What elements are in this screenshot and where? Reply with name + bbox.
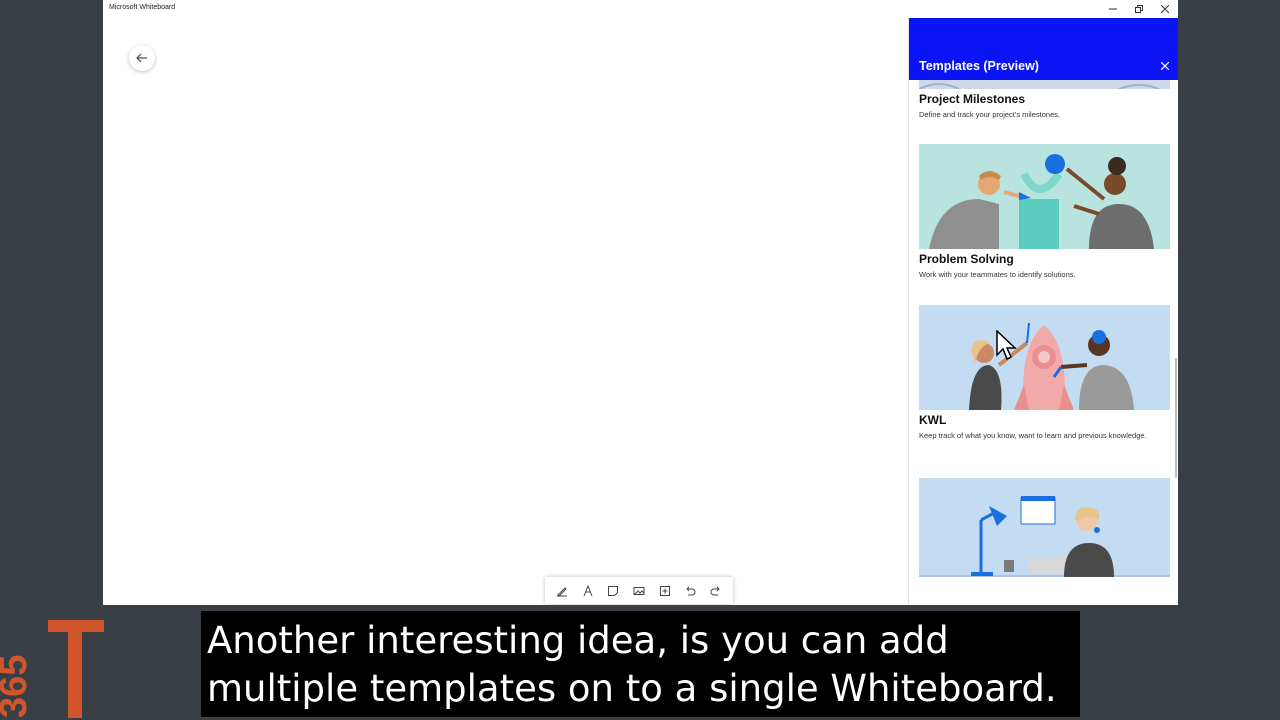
redo-icon [710,586,720,595]
close-icon [1160,61,1170,71]
kwl-thumbnail [919,305,1170,410]
template-problem-solving[interactable]: Problem Solving Work with your teammates… [919,144,1170,280]
image-icon [633,586,645,595]
logo-text: 365 [0,655,35,718]
close-icon [1161,5,1169,13]
redo-button[interactable] [705,580,727,602]
close-window-button[interactable] [1152,0,1178,18]
mouse-cursor-icon [996,330,1017,361]
window-title: Microsoft Whiteboard [109,4,176,11]
sticky-note-button[interactable] [602,580,624,602]
template-name: Project Milestones [919,92,1026,106]
pen-tool-button[interactable] [551,580,573,602]
arrow-left-icon [136,53,147,63]
subtitle-line-2: multiple templates on to a single Whiteb… [207,667,1057,710]
panel-scrollbar[interactable] [1175,358,1177,478]
title-bar: Microsoft Whiteboard [103,0,1178,19]
text-icon [583,584,593,596]
template-name: Problem Solving [919,252,1014,266]
image-button[interactable] [628,580,650,602]
whiteboard-window: Microsoft Whiteboard Templates (Preview)… [103,0,1178,605]
template-kwl[interactable]: KWL Keep track of what you know, want to… [919,305,1170,441]
template-thumbnail [919,478,1170,577]
sticky-note-icon [608,585,619,596]
back-button[interactable] [129,45,155,71]
insert-icon [659,585,670,596]
insert-button[interactable] [654,580,676,602]
text-tool-button[interactable] [577,580,599,602]
template-description: Work with your teammates to identify sol… [919,270,1076,279]
bottom-toolbar [545,577,733,604]
undo-icon [686,586,696,595]
minimize-button[interactable] [1100,0,1126,18]
channel-logo: 365 [0,620,104,718]
templates-panel: Templates (Preview) Project Milestones D… [908,18,1178,605]
template-unlabeled[interactable] [919,478,1170,577]
undo-button[interactable] [679,580,701,602]
template-description: Define and track your project's mileston… [919,110,1061,119]
minimize-icon [1109,8,1117,10]
subtitle-caption: Another interesting idea, is you can add… [201,611,1080,717]
panel-title: Templates (Preview) [919,59,1039,73]
template-name: KWL [919,413,947,427]
template-project-milestones[interactable]: Project Milestones Define and track your… [919,92,1170,120]
restore-icon [1135,5,1143,13]
template-description: Keep track of what you know, want to lea… [919,431,1147,440]
problem-solving-thumbnail [919,144,1170,249]
whiteboard-canvas[interactable] [103,18,908,605]
restore-button[interactable] [1126,0,1152,18]
pen-icon [556,586,567,597]
panel-close-button[interactable] [1160,59,1170,73]
templates-panel-header: Templates (Preview) [909,18,1178,80]
subtitle-line-1: Another interesting idea, is you can add [207,619,949,662]
